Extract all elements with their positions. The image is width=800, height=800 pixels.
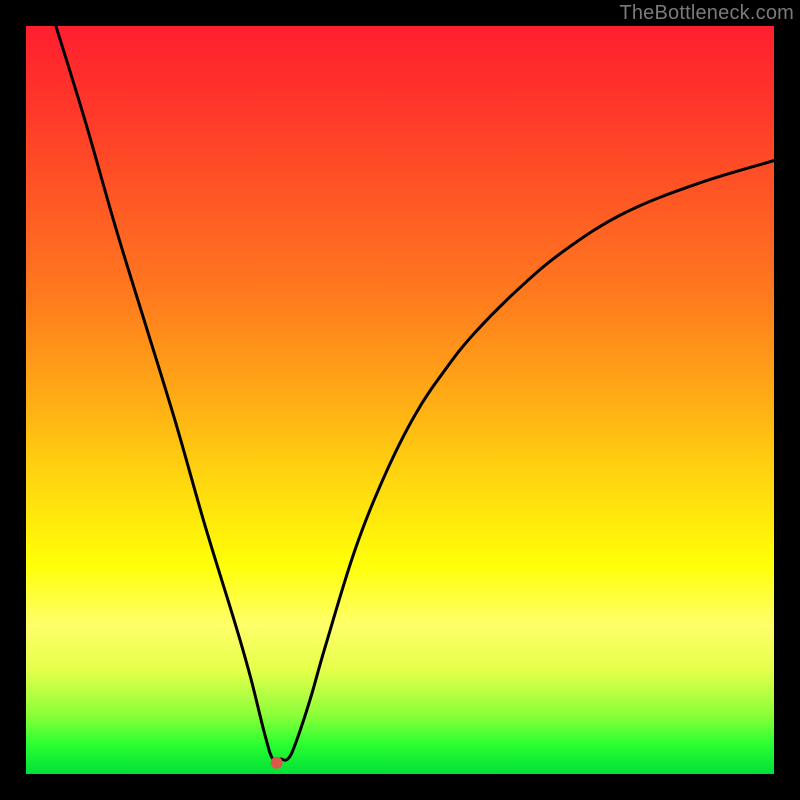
- chart-frame: TheBottleneck.com: [0, 0, 800, 800]
- optimum-marker: [271, 757, 283, 769]
- watermark-label: TheBottleneck.com: [619, 2, 794, 25]
- plot-area: [26, 26, 774, 774]
- bottleneck-curve: [56, 26, 774, 761]
- curve-svg: [26, 26, 774, 774]
